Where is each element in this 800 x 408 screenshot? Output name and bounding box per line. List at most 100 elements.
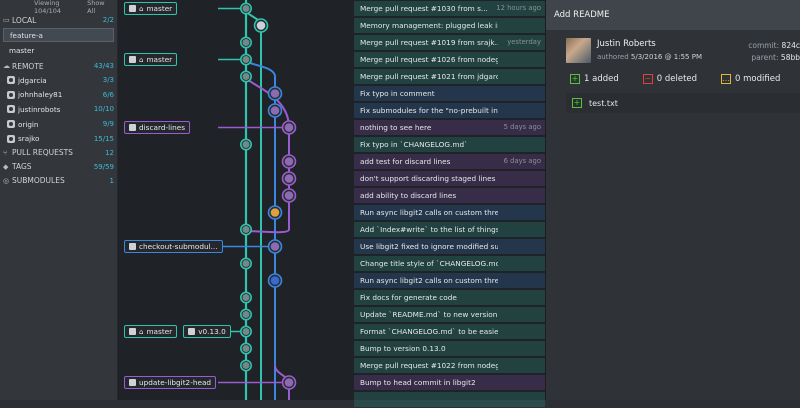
branch-labels: ⌂ master xyxy=(124,53,178,67)
minus-icon: − xyxy=(642,74,653,84)
branch-label-text: master xyxy=(146,327,173,336)
show-all-link[interactable]: Show All xyxy=(87,0,114,15)
stat-added: +1 added xyxy=(570,74,619,84)
commit-row[interactable]: Merge pull request #1030 from s... 12 hou… xyxy=(118,0,545,17)
commit-row[interactable]: Fix typo in `CHANGELOG.md` xyxy=(118,136,545,153)
authored-date: authored 5/3/2016 @ 1:55 PM xyxy=(597,53,702,61)
commit-message: Run async libgit2 calls on custom thread… xyxy=(360,208,498,217)
commit-row[interactable]: Memory management: plugged leak in fastW… xyxy=(118,17,545,34)
commit-row[interactable]: Add `Index#write` to the list of things … xyxy=(118,221,545,238)
section-submodules-label: SUBMODULES xyxy=(12,176,65,186)
commit-row[interactable]: Merge pull request #1019 from srajk... ye… xyxy=(118,34,545,51)
branch-label-chip[interactable]: ⌂ master xyxy=(124,2,178,15)
file-row[interactable]: + test.txt xyxy=(566,93,800,113)
parent-label: parent: xyxy=(751,53,779,62)
file-added-icon: + xyxy=(572,98,582,108)
commit-graph[interactable]: Merge pull request #1030 from s... 12 hou… xyxy=(118,0,545,407)
remote-name: srajko xyxy=(18,134,40,144)
remote-origin[interactable]: origin 9/9 xyxy=(0,117,117,132)
section-remote[interactable]: ☁ REMOTE 43/43 xyxy=(0,59,117,73)
home-icon: ⌂ xyxy=(139,4,144,13)
branch-label-chip[interactable]: checkout-submodul... xyxy=(124,240,223,253)
commit-row[interactable]: Run async libgit2 calls on custom thread… xyxy=(118,272,545,289)
github-icon xyxy=(129,56,136,63)
branch-feature-a[interactable]: feature-a xyxy=(3,28,114,42)
section-pull-requests-count: 12 xyxy=(105,148,114,157)
commit-time: 12 hours ago xyxy=(496,4,541,12)
section-local[interactable]: ▭ LOCAL 2/2 xyxy=(0,13,117,27)
commit-message: Run async libgit2 calls on custom thread… xyxy=(360,276,498,285)
parent-sha-value: 58bb xyxy=(780,53,800,62)
branch-labels: checkout-submodul... xyxy=(124,240,223,254)
github-icon xyxy=(7,76,15,85)
section-local-count: 2/2 xyxy=(102,16,114,24)
commit-row[interactable]: Fix typo in comment xyxy=(118,85,545,102)
commit-sha[interactable]: commit: 824c xyxy=(748,41,800,50)
commit-message: Bump to version 0.13.0 xyxy=(360,344,446,353)
viewing-count: Viewing 104/104 xyxy=(34,0,62,15)
plus-icon: + xyxy=(570,74,580,84)
branch-label-chip[interactable]: discard-lines xyxy=(124,121,191,134)
section-tags-count: 59/59 xyxy=(93,162,114,171)
submodule-icon: ◎ xyxy=(3,176,10,185)
stat-deleted-label: 0 deleted xyxy=(656,74,698,84)
stat-modified: … 0 modified xyxy=(721,74,780,84)
commit-message: Merge pull request #1030 from s... xyxy=(360,4,488,13)
commit-message: Fix docs for generate code xyxy=(360,293,457,302)
commit-time: 5 days ago xyxy=(503,123,541,131)
commit-detail-panel: Add README Justin Roberts authored 5/3/2… xyxy=(545,0,800,400)
github-icon xyxy=(7,105,15,114)
commit-row[interactable]: Change title style of `CHANGELOG.md` xyxy=(118,255,545,272)
github-icon xyxy=(129,243,136,250)
home-icon: ⌂ xyxy=(139,327,144,336)
commit-row[interactable]: add ability to discard lines xyxy=(118,187,545,204)
commit-row[interactable]: Fix submodules for the "no-prebuilt inst… xyxy=(118,102,545,119)
authored-label: authored xyxy=(597,53,629,61)
commit-row[interactable]: Use libgit2 fixed to ignore modified sub… xyxy=(118,238,545,255)
section-submodules[interactable]: ◎ SUBMODULES 1 xyxy=(0,174,117,188)
tag-icon xyxy=(188,328,196,335)
modified-icon: … xyxy=(721,74,732,84)
github-icon xyxy=(129,5,136,12)
commit-row[interactable]: don't support discarding staged lines xyxy=(118,170,545,187)
file-name: test.txt xyxy=(589,98,618,108)
github-icon xyxy=(129,124,136,131)
github-icon xyxy=(129,328,136,335)
remote-johnhaley81[interactable]: johnhaley81 6/6 xyxy=(0,88,117,103)
sidebar: Viewing 104/104 Show All ▭ LOCAL 2/2 fea… xyxy=(0,0,118,400)
section-local-label: LOCAL xyxy=(12,15,37,25)
commit-row[interactable]: nothing to see here 5 days ago discard-lin… xyxy=(118,119,545,136)
commit-row[interactable]: Format `CHANGELOG.md` to be easier to li… xyxy=(118,323,545,340)
section-pull-requests[interactable]: ⑂ PULL REQUESTS 12 xyxy=(0,146,117,160)
section-tags[interactable]: ◆ TAGS 59/59 xyxy=(0,160,117,174)
commit-row[interactable]: Fix docs for generate code xyxy=(118,289,545,306)
commit-row[interactable]: Merge pull request #1022 from nodegit/as… xyxy=(118,357,545,374)
commit-message: add ability to discard lines xyxy=(360,191,457,200)
parent-sha[interactable]: parent: 58bb xyxy=(751,53,800,62)
commit-row[interactable]: Bump to version 0.13.0 xyxy=(118,340,545,357)
commit-row[interactable]: Merge pull request #1026 from nodegit/..… xyxy=(118,51,545,68)
branch-master[interactable]: master xyxy=(0,43,117,57)
commit-message: don't support discarding staged lines xyxy=(360,174,496,183)
commit-row[interactable]: Bump to head commit in libgit2 update-lib… xyxy=(118,374,545,391)
remote-justinrobots[interactable]: justinrobots 10/10 xyxy=(0,102,117,117)
branch-label-chip[interactable]: v0.13.0 xyxy=(183,325,231,338)
tag-icon: ◆ xyxy=(3,162,9,171)
commit-row[interactable]: Merge pull request #1021 from jdgarcia/d… xyxy=(118,68,545,85)
commit-message: Format `CHANGELOG.md` to be easier to li… xyxy=(360,327,498,336)
commit-row[interactable]: Run async libgit2 calls on custom thread… xyxy=(118,204,545,221)
branch-label-text: checkout-submodul... xyxy=(139,242,218,251)
github-icon xyxy=(7,90,15,99)
commit-row[interactable]: add test for discard lines 6 days ago xyxy=(118,153,545,170)
commit-row[interactable]: Update `README.md` to new version xyxy=(118,306,545,323)
branch-label-chip[interactable]: ⌂ master xyxy=(124,53,178,66)
commit-sha-value: 824c xyxy=(781,41,800,50)
commit-message: Merge pull request #1021 from jdgarcia/d… xyxy=(360,72,498,81)
branch-label-text: master xyxy=(146,4,173,13)
branch-label-chip[interactable]: update-libgit2-head xyxy=(124,376,217,389)
stat-modified-label: 0 modified xyxy=(735,74,781,84)
remote-jdgarcia[interactable]: jdgarcia 3/3 xyxy=(0,73,117,88)
branch-label-chip[interactable]: ⌂ master xyxy=(124,325,178,338)
section-pull-requests-label: PULL REQUESTS xyxy=(12,148,73,158)
remote-srajko[interactable]: srajko 15/15 xyxy=(0,131,117,146)
